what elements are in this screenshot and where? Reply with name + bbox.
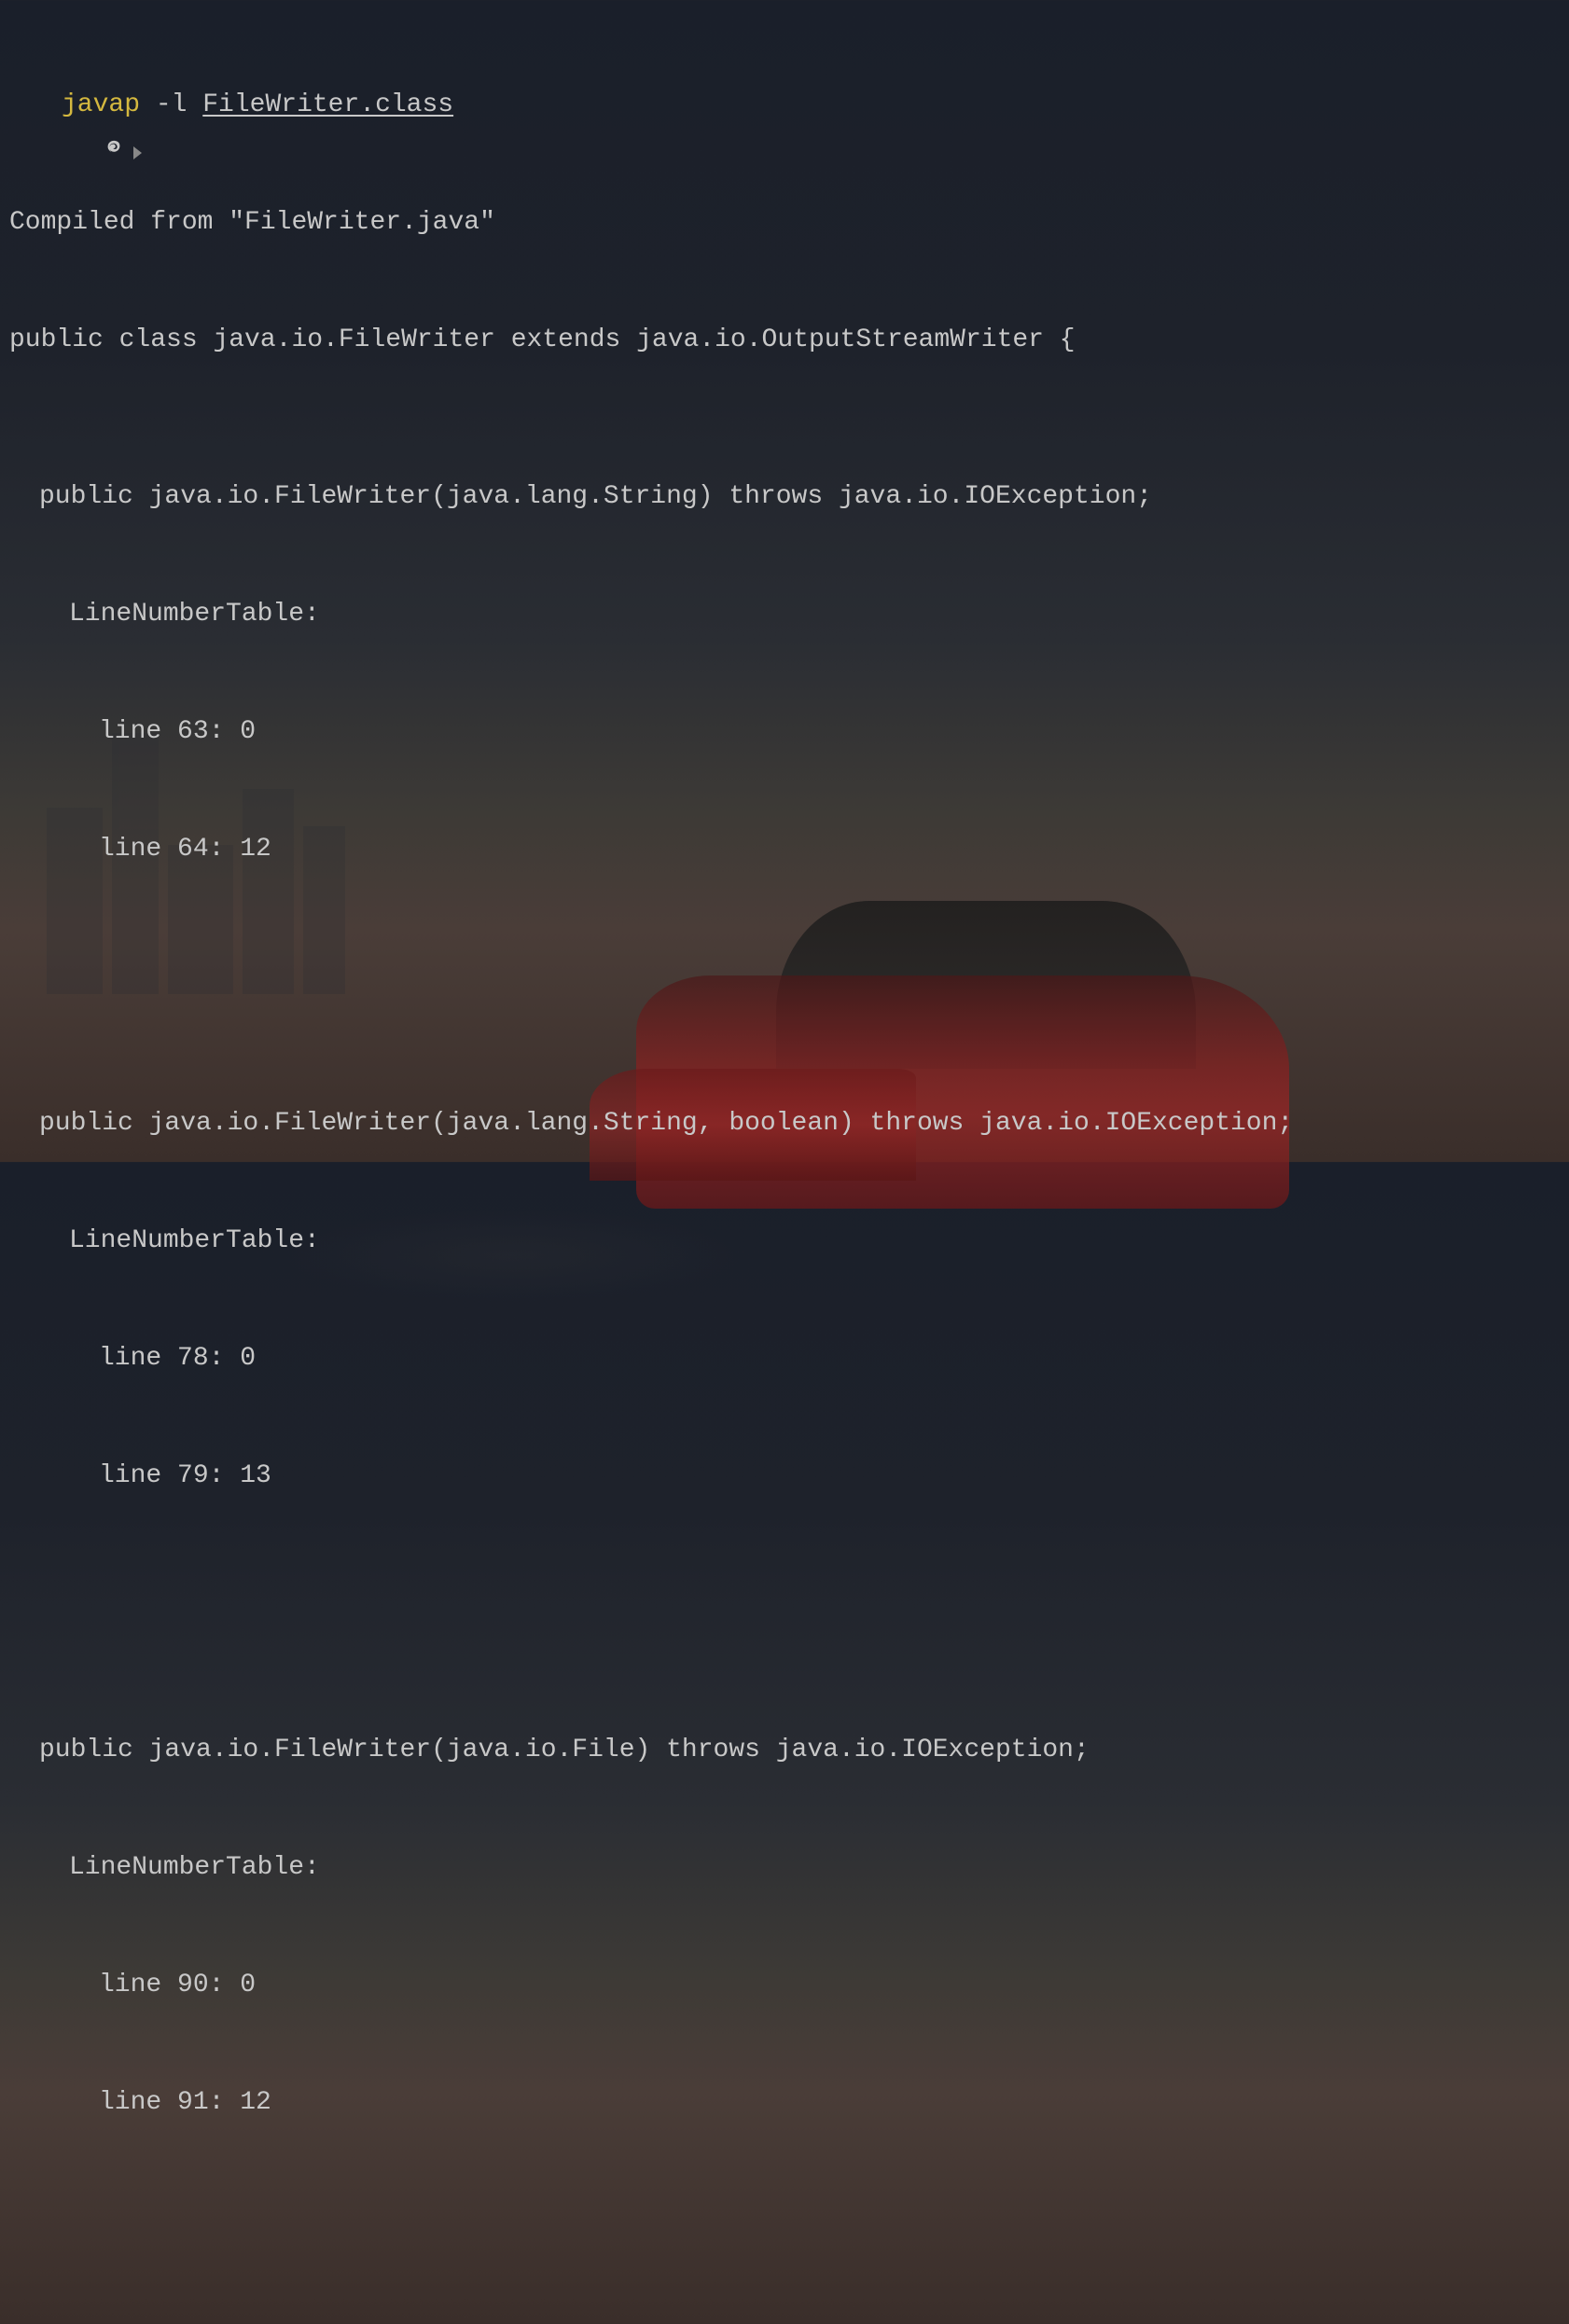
- debian-swirl-icon: [9, 95, 30, 116]
- compiled-from-line: Compiled from "FileWriter.java": [9, 203, 1560, 242]
- command-file-arg: FileWriter.class: [202, 86, 453, 125]
- line-number-entry: line 78: 0: [9, 1339, 1560, 1378]
- line-number-entry: line 91: 12: [9, 2083, 1560, 2123]
- blank-line: [9, 2201, 1560, 2240]
- line-number-entry: line 63: 0: [9, 712, 1560, 752]
- command-name: javap: [62, 86, 140, 125]
- prompt-arrow-icon: [37, 97, 50, 114]
- method-signature: public java.io.FileWriter(java.lang.Stri…: [9, 1104, 1560, 1143]
- command-flag: -l: [140, 86, 202, 125]
- line-number-entry: line 79: 13: [9, 1457, 1560, 1496]
- line-number-entry: line 64: 12: [9, 830, 1560, 869]
- line-number-table-header: LineNumberTable:: [9, 1848, 1560, 1888]
- terminal-output[interactable]: javap -l FileWriter.class Compiled from …: [0, 0, 1569, 2324]
- line-number-table-header: LineNumberTable:: [9, 595, 1560, 634]
- line-number-table-header: LineNumberTable:: [9, 1222, 1560, 1261]
- command-prompt-line: javap -l FileWriter.class: [9, 86, 1560, 125]
- blank-line: [9, 948, 1560, 987]
- line-number-entry: line 90: 0: [9, 1966, 1560, 2005]
- class-declaration: public class java.io.FileWriter extends …: [9, 321, 1560, 360]
- method-signature: public java.io.FileWriter(java.lang.Stri…: [9, 477, 1560, 517]
- method-signature: public java.io.FileWriter(java.io.File) …: [9, 1731, 1560, 1770]
- blank-line: [9, 1574, 1560, 1613]
